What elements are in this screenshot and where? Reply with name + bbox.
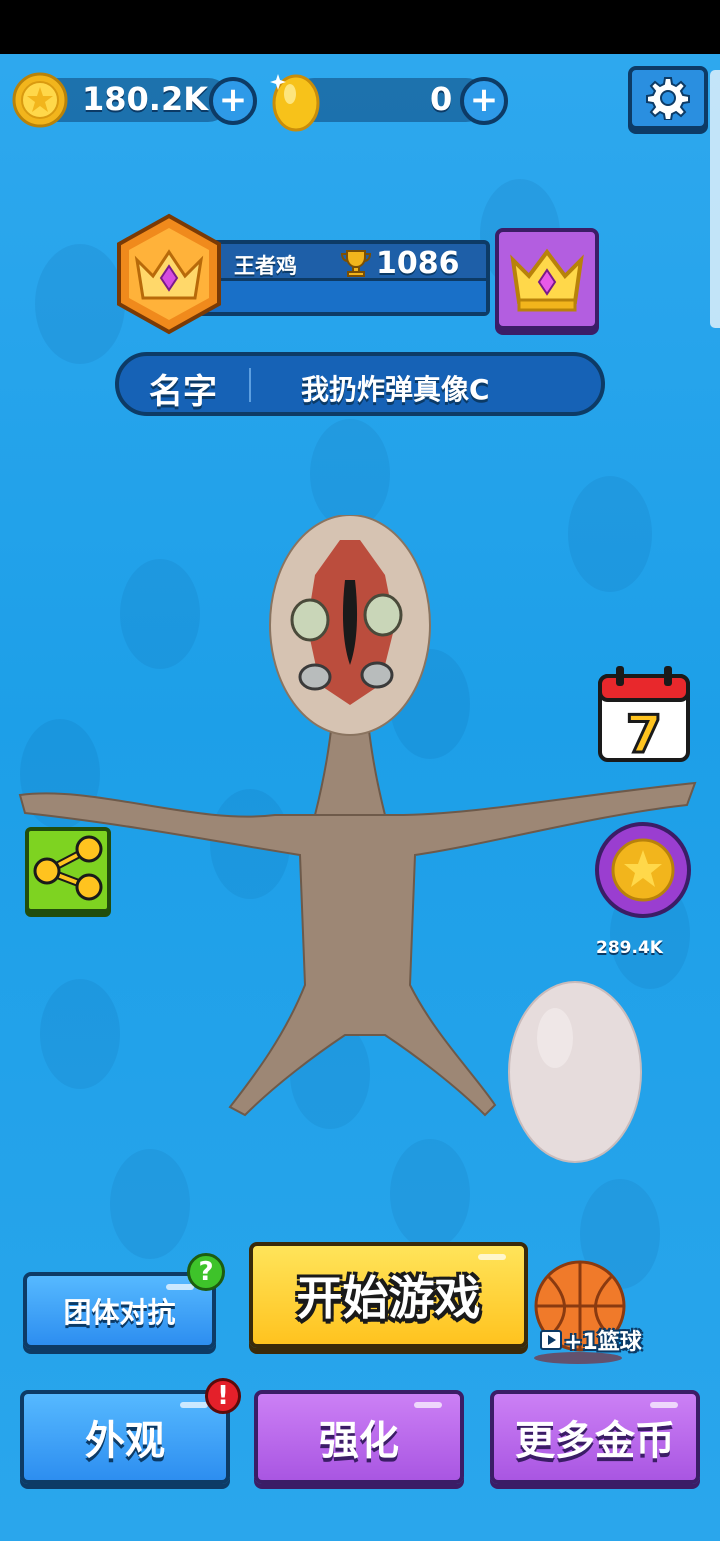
exclamation-icon: ! (205, 1378, 241, 1414)
crown-icon (510, 248, 584, 312)
upgrade-label: 强化 (319, 1418, 399, 1464)
coin-reward-value: 289.4K (596, 938, 663, 958)
button-shine (650, 1402, 678, 1408)
skin-label: 外观 (85, 1418, 165, 1464)
coin-icon (12, 72, 68, 128)
scroll-indicator (710, 70, 720, 328)
rank-bar: 王者鸡 1086 (196, 240, 490, 316)
button-shine (478, 1254, 506, 1260)
name-label: 名字 (149, 372, 217, 412)
gear-icon (646, 77, 690, 120)
egg-object (508, 981, 642, 1163)
add-gold-coins-button[interactable]: + (209, 77, 257, 125)
play-video-icon (540, 1330, 562, 1350)
basketball-reward[interactable]: +1篮球 (540, 1324, 642, 1356)
share-button[interactable] (25, 827, 111, 913)
question-icon[interactable]: ? (187, 1253, 225, 1291)
upgrade-button[interactable]: 强化 (254, 1390, 464, 1484)
plus-icon: + (218, 79, 248, 120)
more-coins-button[interactable]: 更多金币 (490, 1390, 700, 1484)
add-gems-button[interactable]: + (460, 77, 508, 125)
basketball-reward-label: +1篮球 (564, 1330, 642, 1355)
trophy-icon (340, 250, 372, 277)
skin-button[interactable]: 外观 (20, 1390, 230, 1484)
trophy-count: 1086 (376, 246, 460, 281)
name-divider (249, 368, 251, 402)
team-battle-button[interactable]: 团体对抗 (23, 1272, 216, 1349)
rank-title: 王者鸡 (234, 254, 297, 278)
rank-progress-bar (200, 278, 486, 312)
rank-crown-button[interactable] (495, 228, 599, 330)
button-shine (414, 1402, 442, 1408)
player-name: 我扔炸弹真像C (301, 373, 490, 406)
share-icon (33, 835, 103, 901)
plus-icon: + (469, 79, 499, 120)
daily-calendar-button[interactable]: 7 (598, 664, 690, 762)
start-game-label: 开始游戏 (296, 1271, 481, 1325)
player-name-bar[interactable]: 名字 我扔炸弹真像C (115, 352, 605, 416)
gem-icon (270, 74, 320, 132)
rank-crown-badge-icon (117, 213, 221, 335)
more-coins-label: 更多金币 (515, 1418, 675, 1464)
button-shine (180, 1402, 208, 1408)
purple-coin-button[interactable] (594, 818, 692, 922)
calendar-day: 7 (626, 705, 662, 762)
button-shine (166, 1284, 194, 1290)
gem-count: 0 (430, 80, 453, 118)
team-battle-label: 团体对抗 (63, 1295, 176, 1329)
gold-coin-count: 180.2K (82, 80, 209, 118)
settings-button[interactable] (628, 66, 708, 130)
start-game-button[interactable]: 开始游戏 (249, 1242, 528, 1348)
status-bar (0, 0, 720, 54)
